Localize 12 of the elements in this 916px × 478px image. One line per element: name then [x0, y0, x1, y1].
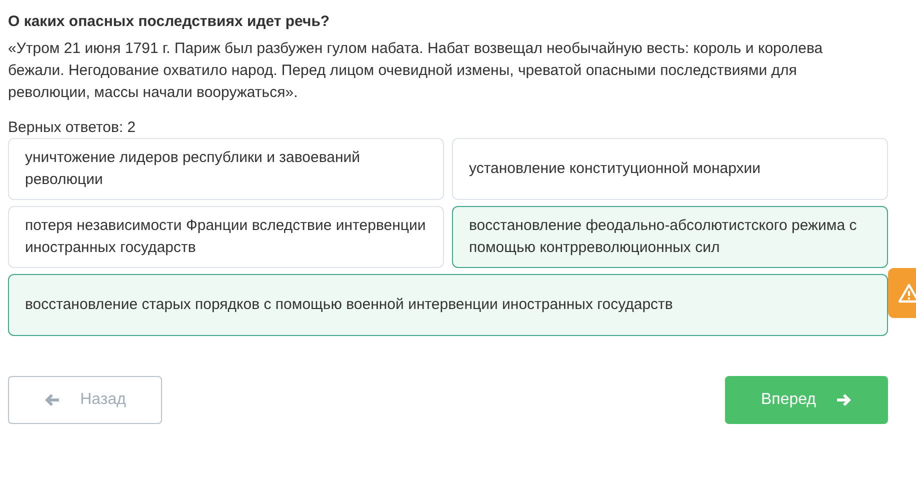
warning-icon [898, 283, 916, 303]
answers-count: Верных ответов: 2 [8, 118, 137, 138]
answer-option[interactable]: восстановление старых порядков с помощью военной интервенции иностранных государств [8, 274, 888, 336]
arrow-left-icon [44, 393, 60, 407]
answer-option[interactable]: потеря независимости Франции вследствие интервенции иностранных государств [8, 206, 444, 268]
answer-option[interactable]: уничтожение лидеров республики и завоеваний революции [8, 138, 444, 200]
arrow-right-icon [836, 393, 852, 407]
question-title: О каких опасных последствиях идет речь? [8, 12, 331, 32]
question-text: «Утром 21 июня 1791 г. Париж был разбужен гулом набата. Набат возвещал необычайную весть: король и королева бежали. Негодование охватило народ. Перед лицом очевидной измены, чреватой опасными последствиями для революции, массы начали вооружаться». [8, 39, 824, 103]
answer-option[interactable]: установление конституционной монархии [452, 138, 888, 200]
answer-option[interactable]: восстановление феодально-абсолютистского режима с помощью контрреволюционных сил [452, 206, 888, 268]
feedback-tab[interactable] [888, 268, 916, 318]
